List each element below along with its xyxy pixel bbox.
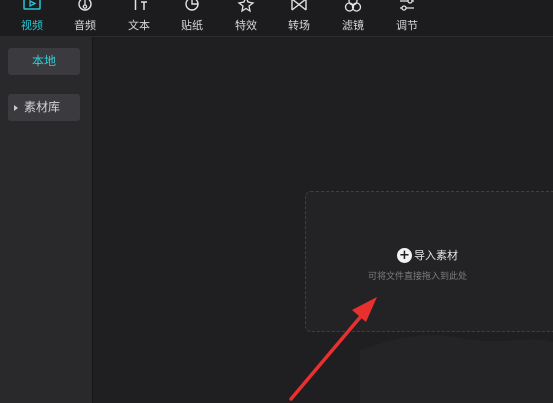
transition-icon — [288, 0, 310, 14]
filter-circles-icon — [342, 0, 364, 14]
sidebar-item-local[interactable]: 本地 — [8, 48, 80, 75]
tab-adjust-label: 调节 — [396, 19, 418, 32]
music-note-icon — [74, 0, 96, 14]
tab-video[interactable]: 视频 — [7, 0, 57, 36]
tab-effects[interactable]: 特效 — [221, 0, 271, 36]
tab-sticker-label: 贴纸 — [181, 19, 203, 32]
plus-icon: + — [397, 248, 412, 263]
tab-sticker[interactable]: 贴纸 — [167, 0, 217, 36]
tab-audio[interactable]: 音频 — [60, 0, 110, 36]
video-icon — [21, 0, 43, 14]
tab-adjust[interactable]: 调节 — [382, 0, 432, 36]
adjust-sliders-icon — [396, 0, 418, 14]
import-label: 导入素材 — [414, 249, 458, 262]
tab-text[interactable]: 文本 — [114, 0, 164, 36]
sidebar-item-library[interactable]: 素材库 — [8, 94, 80, 121]
sidebar-item-library-label: 素材库 — [24, 100, 61, 114]
tab-transition[interactable]: 转场 — [274, 0, 324, 36]
tab-filter-label: 滤镜 — [342, 19, 364, 32]
tab-effects-label: 特效 — [235, 19, 257, 32]
effects-star-icon — [235, 0, 257, 14]
tab-filter[interactable]: 滤镜 — [328, 0, 378, 36]
sticker-icon — [181, 0, 203, 14]
top-toolbar: 视频 音频 文本 贴纸 特效 转场 滤镜 调节 — [0, 0, 553, 37]
background-shape — [360, 335, 553, 403]
sidebar: 本地 素材库 — [0, 37, 93, 403]
tab-transition-label: 转场 — [288, 19, 310, 32]
caret-right-icon — [14, 105, 18, 111]
tab-text-label: 文本 — [128, 19, 150, 32]
tab-audio-label: 音频 — [74, 19, 96, 32]
text-icon — [128, 0, 150, 14]
tab-video-label: 视频 — [21, 19, 43, 32]
drop-hint: 可将文件直接拖入到此处 — [368, 272, 468, 282]
